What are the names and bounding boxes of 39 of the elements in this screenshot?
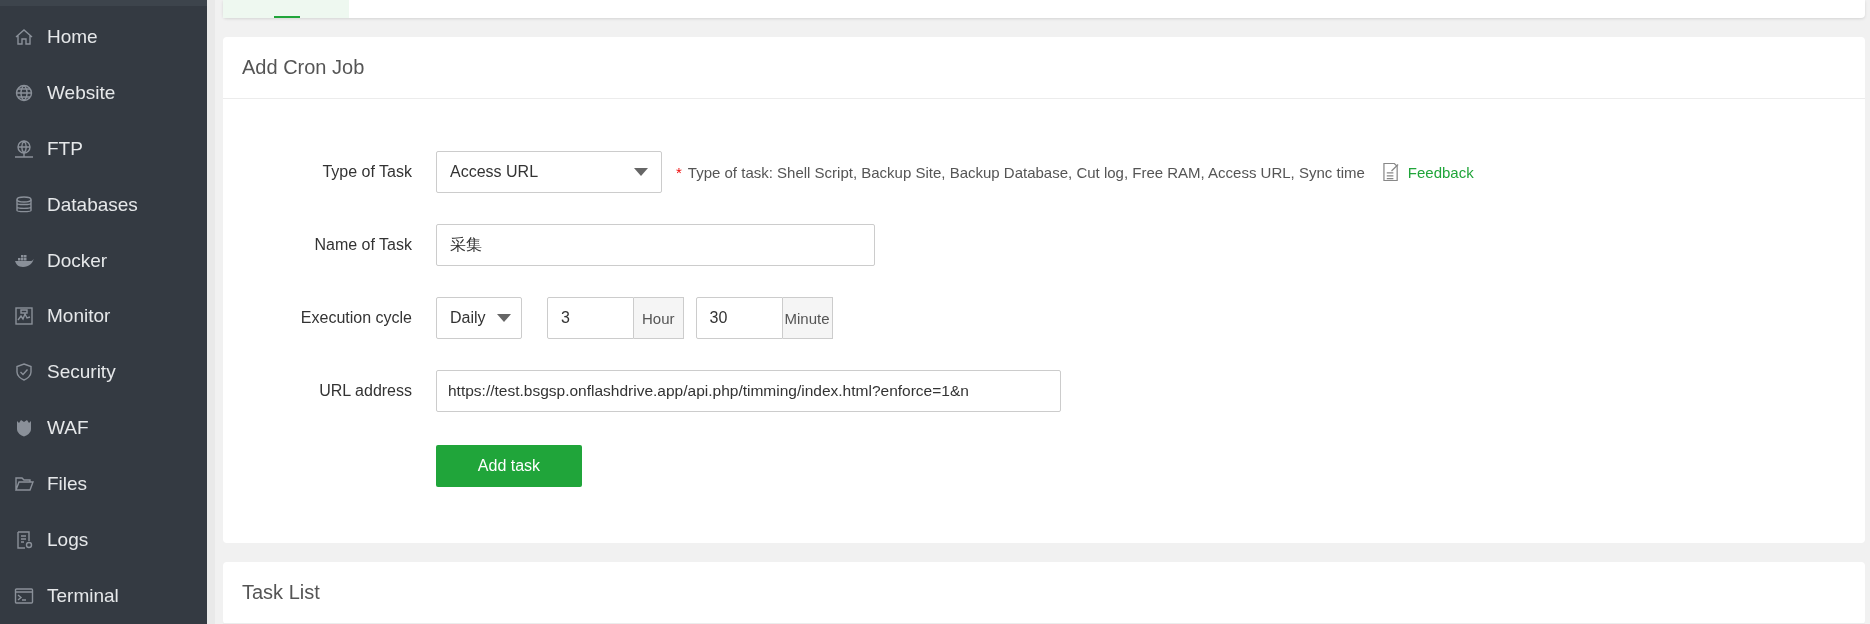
caret-icon	[497, 314, 511, 322]
chart-icon	[14, 306, 34, 327]
form-label: Name of Task	[313, 236, 412, 254]
sidebar-item[interactable]: FTP	[0, 120, 207, 177]
sidebar-item[interactable]: Home	[0, 8, 207, 65]
hint-text: Type of task: Shell Script, Backup Site, Backup Database, Cut log, Free RAM, Access URL, Sync time	[687, 163, 1365, 181]
form-label: Execution cycle	[299, 309, 412, 327]
period-dropdown[interactable]: Daily	[436, 297, 522, 339]
shield-icon	[14, 418, 34, 439]
home-icon	[14, 26, 34, 47]
card-title: Add Cron Job	[223, 37, 1865, 99]
card-title: Task List	[223, 562, 1865, 624]
sidebar-item[interactable]: Files	[0, 456, 207, 513]
sidebar-item[interactable]: Logs	[0, 512, 207, 568]
form-label: URL address	[318, 382, 412, 400]
terminal-icon	[14, 585, 34, 606]
sidebar-item[interactable]: Databases	[0, 176, 207, 233]
unit-label: Minute	[782, 297, 833, 339]
minute-field[interactable]: 30	[695, 297, 783, 339]
url-field[interactable]: https://test.bsgsp.onflashdrive.app/api.php/timming/index.html?enforce=1&n	[436, 370, 1061, 412]
task-name-field[interactable]: 采集	[436, 224, 875, 266]
sidebar-item[interactable]: Website	[0, 64, 207, 121]
task-type-dropdown[interactable]: Access URL	[436, 151, 662, 193]
network-globe-icon	[14, 138, 34, 159]
sidebar-item[interactable]: WAF	[0, 400, 207, 457]
sidebar-item[interactable]: Terminal	[0, 568, 207, 624]
hour-field[interactable]: 3	[547, 297, 634, 339]
sidebar-item[interactable]: Security	[0, 344, 207, 401]
shield-icon	[14, 362, 34, 383]
document-icon	[14, 530, 34, 551]
unit-label: Hour	[634, 297, 684, 339]
edit-note-icon	[1382, 162, 1400, 182]
sidebar-item[interactable]: Docker	[0, 232, 207, 289]
form-label: Type of Task	[321, 163, 412, 181]
required-mark: *	[676, 163, 682, 181]
globe-icon	[14, 82, 34, 103]
sidebar-item[interactable]: Monitor	[0, 288, 207, 345]
caret-icon	[634, 168, 648, 176]
database-icon	[14, 194, 34, 215]
